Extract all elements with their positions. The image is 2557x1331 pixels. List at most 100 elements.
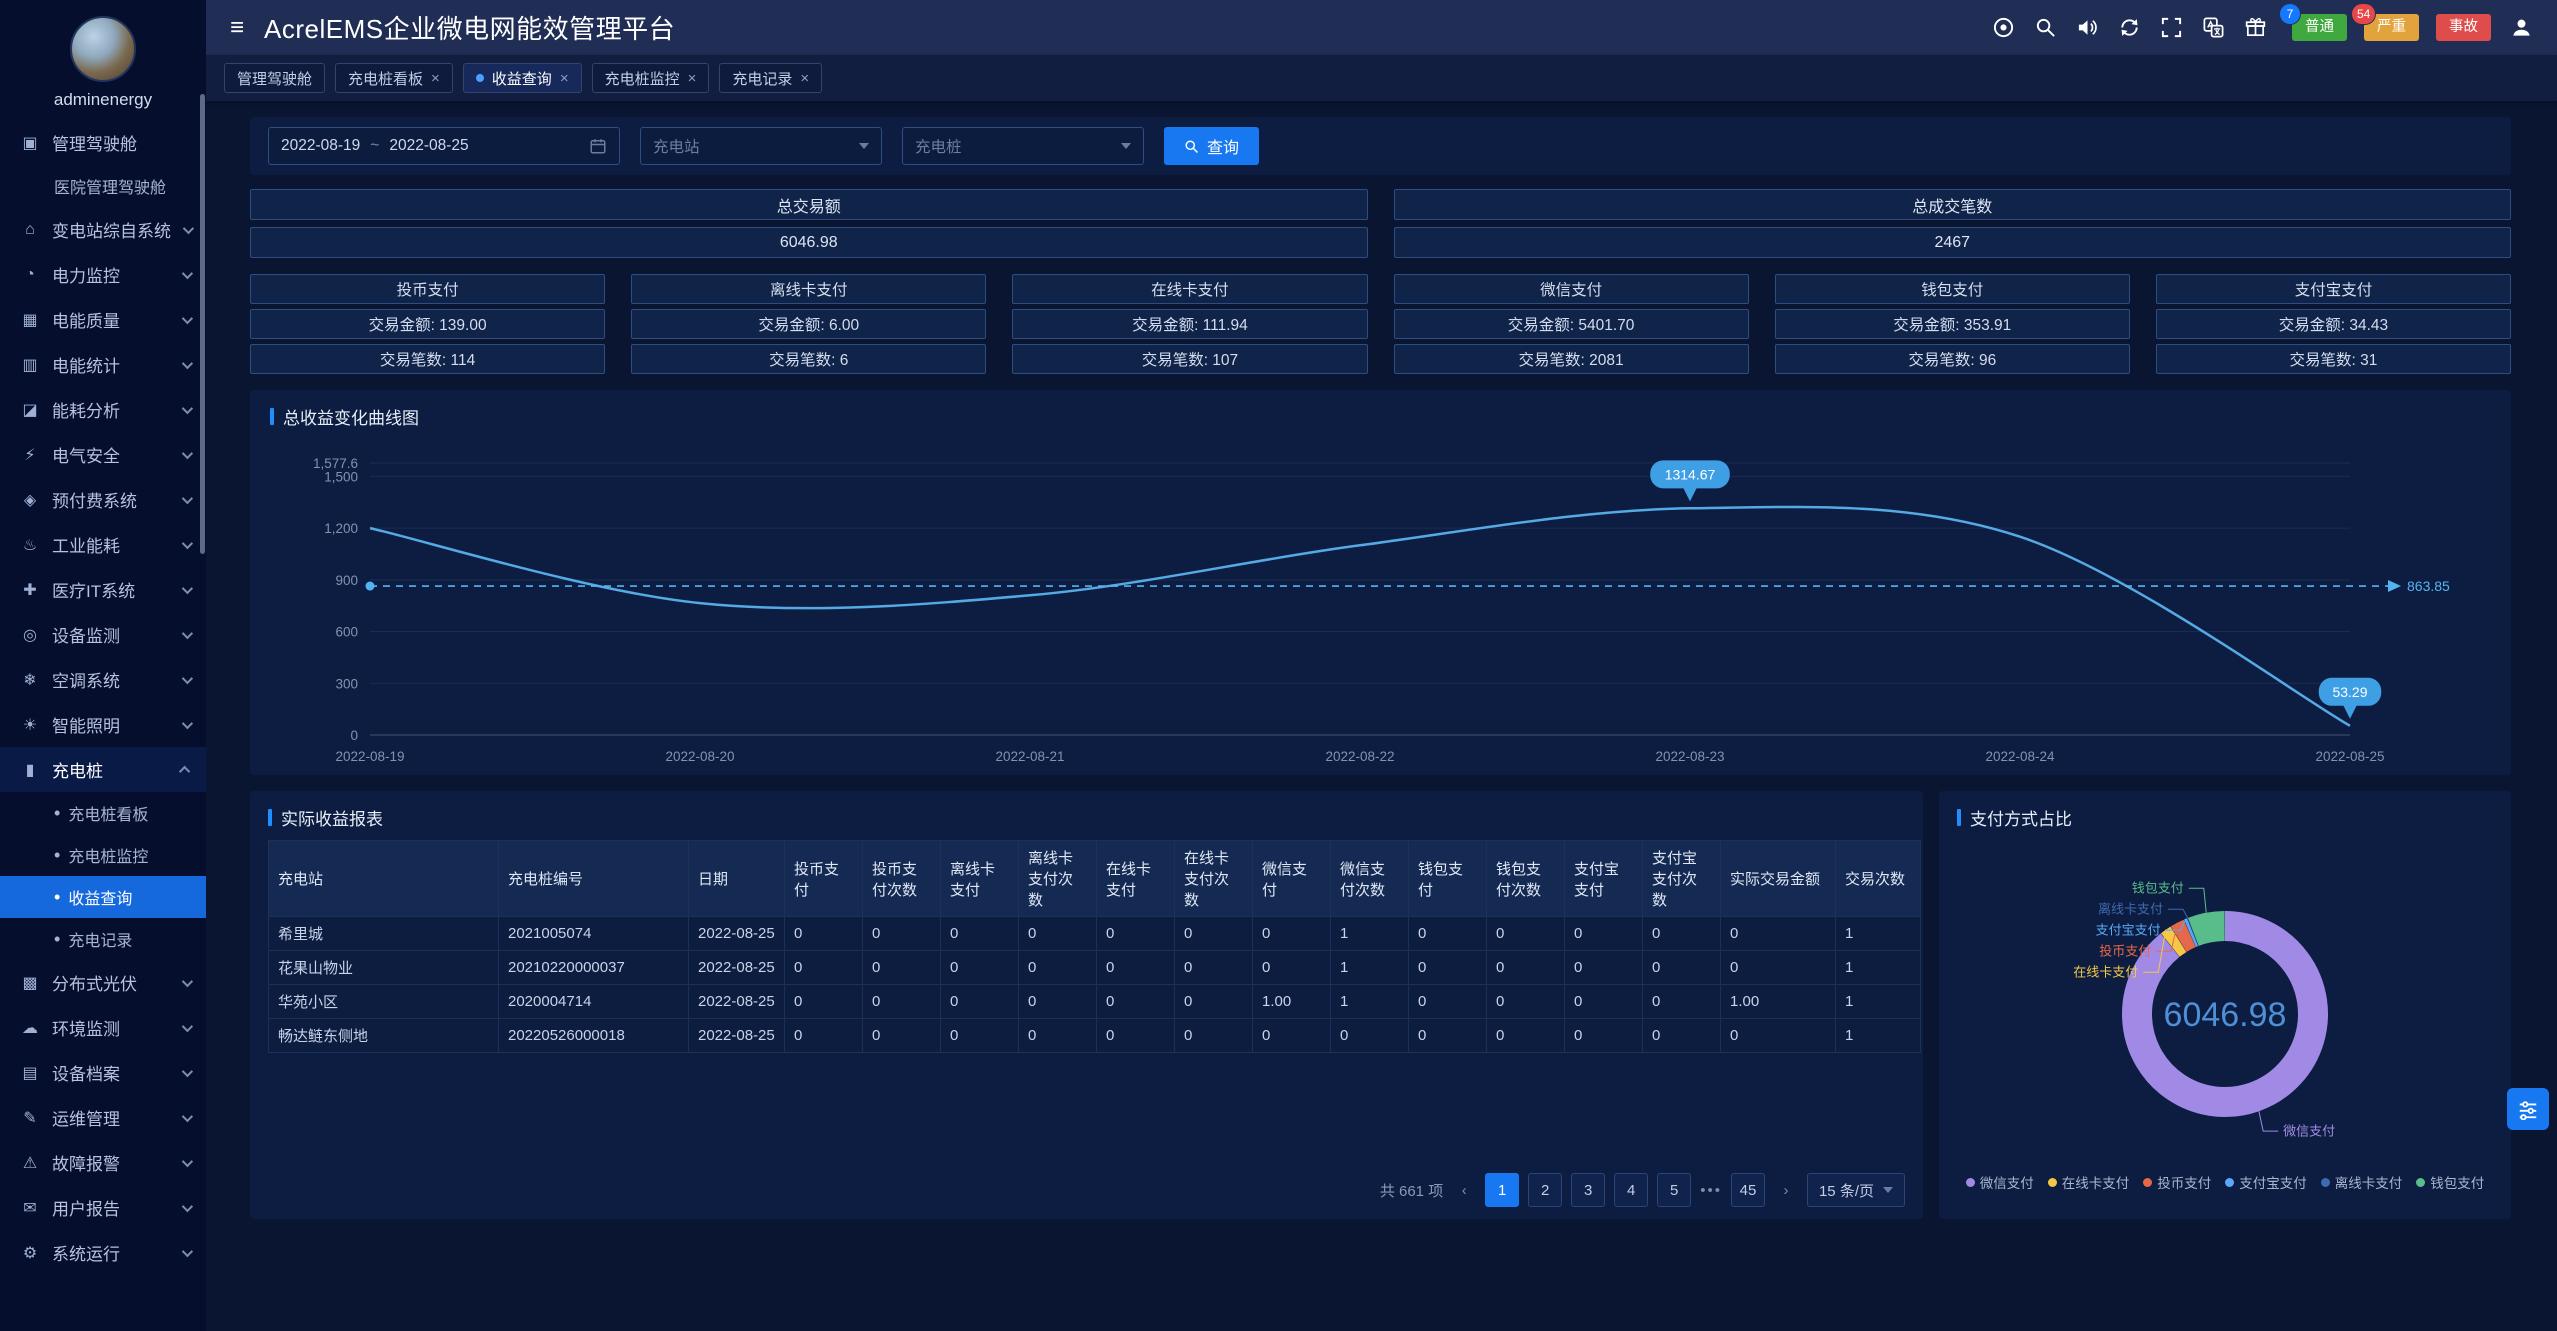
sidebar-item-prepaid-system[interactable]: ◈预付费系统 (0, 477, 206, 522)
sidebar-item-smart-lighting[interactable]: ☀智能照明 (0, 702, 206, 747)
page-button-2[interactable]: 2 (1528, 1173, 1562, 1207)
sidebar-item-power-monitoring[interactable]: ◔电力监控 (0, 252, 206, 297)
donut-slice-支付宝支付[interactable] (2190, 932, 2193, 933)
table-cell: 1 (1331, 951, 1409, 985)
sidebar-item-user-report[interactable]: ✉用户报告 (0, 1185, 206, 1230)
end-date[interactable]: 2022-08-25 (389, 137, 468, 155)
sidebar-subitem[interactable]: 医院管理驾驶舱 (0, 165, 206, 207)
tab-管理驾驶舱[interactable]: 管理驾驶舱 (224, 63, 325, 93)
sidebar-item-consumption-analysis[interactable]: ◪能耗分析 (0, 387, 206, 432)
sidebar-item-hvac[interactable]: ❄空调系统 (0, 657, 206, 702)
statistics-icon: ▥ (20, 355, 40, 375)
table-cell: 0 (941, 985, 1019, 1019)
chevron-down-icon (182, 582, 193, 593)
table-cell: 1.00 (1721, 985, 1836, 1019)
table-cell: 0 (941, 1019, 1019, 1053)
sidebar-scrollbar[interactable] (200, 94, 205, 554)
page-button-5[interactable]: 5 (1657, 1173, 1691, 1207)
sidebar-item-label: 环境监测 (52, 1015, 120, 1040)
donut-slice-在线卡支付[interactable] (2170, 939, 2178, 945)
legend-label: 投币支付 (2157, 1172, 2211, 1192)
translate-icon[interactable] (2202, 16, 2225, 39)
charging-pile-icon: ▮ (20, 760, 40, 780)
legend-dot (2048, 1178, 2057, 1187)
sidebar-item-device-archive[interactable]: ▤设备档案 (0, 1050, 206, 1095)
payment-card-count: 交易笔数: 114 (250, 344, 605, 374)
sidebar-item-ops-management[interactable]: ✎运维管理 (0, 1095, 206, 1140)
user-avatar[interactable] (70, 16, 136, 82)
sidebar-item-device-monitoring[interactable]: ◎设备监测 (0, 612, 206, 657)
column-header: 离线卡支付次数 (1019, 841, 1097, 917)
tab-收益查询[interactable]: 收益查询× (463, 63, 582, 93)
legend-item-在线卡支付[interactable]: 在线卡支付 (2048, 1172, 2130, 1192)
x-axis-tick: 2022-08-21 (995, 749, 1064, 764)
donut-slice-投币支付[interactable] (2179, 933, 2190, 939)
sidebar-item-industrial-energy[interactable]: ♨工业能耗 (0, 522, 206, 567)
sidebar-item-medical-it[interactable]: ✚医疗IT系统 (0, 567, 206, 612)
column-header: 充电站 (269, 841, 499, 917)
screen-icon[interactable] (1992, 16, 2015, 39)
table-cell: 希里城 (269, 917, 499, 951)
sidebar-item-charging-pile[interactable]: ▮充电桩 (0, 747, 206, 792)
page-button-3[interactable]: 3 (1571, 1173, 1605, 1207)
refresh-icon[interactable] (2118, 16, 2141, 39)
sidebar-item-electrical-safety[interactable]: ⚡电气安全 (0, 432, 206, 477)
prev-page-button[interactable]: ‹ (1452, 1173, 1476, 1207)
legend-item-支付宝支付[interactable]: 支付宝支付 (2225, 1172, 2307, 1192)
close-icon[interactable]: × (560, 71, 569, 86)
user-avatar-icon[interactable] (2510, 16, 2533, 39)
sidebar-item-substation[interactable]: ⌂变电站综自系统 (0, 207, 206, 252)
date-range-picker[interactable]: 2022-08-19 ~ 2022-08-25 (268, 127, 620, 165)
sidebar-item-environment-monitoring[interactable]: ☁环境监测 (0, 1005, 206, 1050)
menu-toggle-icon[interactable]: ≡ (230, 16, 244, 40)
close-icon[interactable]: × (431, 71, 440, 86)
gift-icon[interactable] (2244, 16, 2267, 39)
legend-item-微信支付[interactable]: 微信支付 (1966, 1172, 2034, 1192)
page-button-4[interactable]: 4 (1614, 1173, 1648, 1207)
legend-item-离线卡支付[interactable]: 离线卡支付 (2321, 1172, 2403, 1192)
search-icon[interactable] (2034, 16, 2057, 39)
sidebar-subitem[interactable]: •充电桩看板 (0, 792, 206, 834)
page-size-select[interactable]: 15 条/页 (1807, 1173, 1905, 1207)
station-select[interactable]: 充电站 (640, 127, 882, 165)
sidebar-item-label: 能耗分析 (52, 397, 120, 422)
close-icon[interactable]: × (800, 71, 809, 86)
table-cell: 0 (863, 917, 941, 951)
sidebar-item-fault-alarm[interactable]: ⚠故障报警 (0, 1140, 206, 1185)
sidebar-subitem[interactable]: •收益查询 (0, 876, 206, 918)
next-page-button[interactable]: › (1774, 1173, 1798, 1207)
payment-card-在线卡支付: 在线卡支付交易金额: 111.94交易笔数: 107 (1012, 274, 1367, 374)
donut-callout-label: 微信支付 (2283, 1124, 2335, 1139)
close-icon[interactable]: × (688, 71, 697, 86)
pile-select[interactable]: 充电桩 (902, 127, 1144, 165)
sound-icon[interactable] (2076, 16, 2099, 39)
alarm-badge-count: 7 (2280, 4, 2300, 24)
pagination-ellipsis[interactable]: ••• (1700, 1182, 1722, 1199)
quick-settings-button[interactable] (2507, 1088, 2549, 1130)
legend-item-钱包支付[interactable]: 钱包支付 (2416, 1172, 2484, 1192)
legend-item-投币支付[interactable]: 投币支付 (2143, 1172, 2211, 1192)
alarm-badge-serious[interactable]: 严重54 (2364, 14, 2419, 41)
chevron-down-icon (859, 143, 869, 149)
app-title: AcrelEMS企业微电网能效管理平台 (264, 9, 675, 46)
query-button[interactable]: 查询 (1164, 127, 1259, 165)
chevron-down-icon (182, 975, 193, 986)
tab-充电桩监控[interactable]: 充电桩监控× (592, 63, 710, 93)
sidebar-subitem[interactable]: •充电记录 (0, 918, 206, 960)
sidebar-item-power-quality[interactable]: ▦电能质量 (0, 297, 206, 342)
table-cell: 0 (1097, 1019, 1175, 1053)
page-button-45[interactable]: 45 (1731, 1173, 1765, 1207)
sidebar-subitem[interactable]: •充电桩监控 (0, 834, 206, 876)
tab-充电记录[interactable]: 充电记录× (719, 63, 822, 93)
start-date[interactable]: 2022-08-19 (281, 137, 360, 155)
sidebar-item-distributed-pv[interactable]: ▩分布式光伏 (0, 960, 206, 1005)
donut-slice-钱包支付[interactable] (2193, 926, 2224, 932)
alarm-badge-normal[interactable]: 普通7 (2292, 14, 2347, 41)
fullscreen-icon[interactable] (2160, 16, 2183, 39)
sidebar-item-energy-statistics[interactable]: ▥电能统计 (0, 342, 206, 387)
sidebar-item-cockpit[interactable]: ▣管理驾驶舱 (0, 120, 206, 165)
tab-充电桩看板[interactable]: 充电桩看板× (335, 63, 453, 93)
sidebar-item-system-operation[interactable]: ⚙系统运行 (0, 1230, 206, 1275)
alarm-badge-accident[interactable]: 事故 (2436, 14, 2491, 41)
page-button-1[interactable]: 1 (1485, 1173, 1519, 1207)
